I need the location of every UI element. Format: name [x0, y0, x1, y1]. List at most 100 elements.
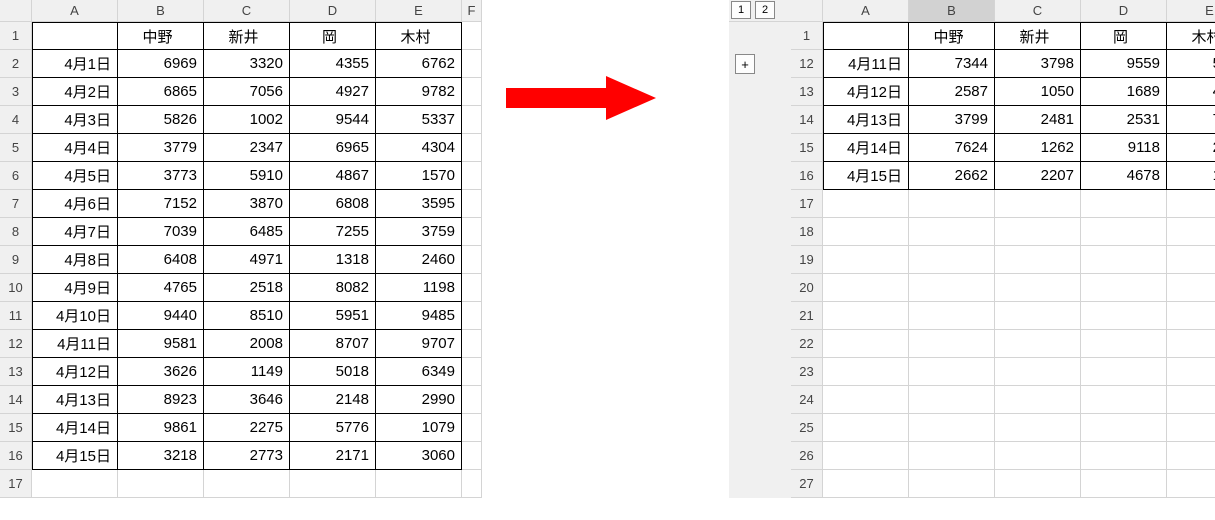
row-header[interactable]: 14 [0, 386, 32, 414]
cell[interactable]: 1570 [376, 162, 462, 190]
cell[interactable] [1167, 218, 1215, 246]
cell[interactable]: 4月8日 [32, 246, 118, 274]
cell[interactable] [909, 470, 995, 498]
cell[interactable]: 6965 [290, 134, 376, 162]
cell[interactable] [290, 470, 376, 498]
cell[interactable] [995, 330, 1081, 358]
cell[interactable] [462, 190, 482, 218]
cell[interactable]: 7056 [204, 78, 290, 106]
col-header-D[interactable]: D [290, 0, 376, 22]
row-header[interactable]: 10 [0, 274, 32, 302]
cell[interactable]: 4月11日 [823, 50, 909, 78]
cell[interactable] [462, 414, 482, 442]
row-header[interactable]: 14 [791, 106, 823, 134]
row-header[interactable]: 17 [0, 470, 32, 498]
cell[interactable] [1081, 246, 1167, 274]
select-all-corner[interactable] [0, 0, 32, 22]
row-header[interactable]: 12 [0, 330, 32, 358]
row-header[interactable]: 1 [0, 22, 32, 50]
row-header[interactable]: 5 [0, 134, 32, 162]
cell[interactable]: 4月13日 [32, 386, 118, 414]
cell[interactable]: 7397 [1167, 106, 1215, 134]
cell[interactable]: 5826 [118, 106, 204, 134]
col-header-B[interactable]: B [909, 0, 995, 22]
cell[interactable] [462, 386, 482, 414]
cell[interactable]: 4月15日 [32, 442, 118, 470]
cell[interactable]: 4456 [1167, 78, 1215, 106]
cell[interactable]: 新井 [204, 22, 290, 50]
cell[interactable] [1167, 190, 1215, 218]
cell[interactable]: 3320 [204, 50, 290, 78]
cell[interactable] [995, 358, 1081, 386]
cell[interactable] [1081, 302, 1167, 330]
cell[interactable] [909, 190, 995, 218]
cell[interactable] [1081, 386, 1167, 414]
cell[interactable] [118, 470, 204, 498]
cell[interactable] [995, 414, 1081, 442]
cell[interactable]: 3798 [995, 50, 1081, 78]
cell[interactable] [1081, 330, 1167, 358]
cell[interactable] [995, 246, 1081, 274]
cell[interactable] [995, 274, 1081, 302]
cell[interactable] [823, 22, 909, 50]
cell[interactable]: 6762 [376, 50, 462, 78]
col-header-C[interactable]: C [204, 0, 290, 22]
cell[interactable] [1081, 414, 1167, 442]
cell[interactable]: 5458 [1167, 50, 1215, 78]
cell[interactable] [909, 386, 995, 414]
cell[interactable]: 9861 [118, 414, 204, 442]
cell[interactable]: 1198 [376, 274, 462, 302]
cell[interactable] [462, 470, 482, 498]
cell[interactable] [823, 190, 909, 218]
cell[interactable]: 8082 [290, 274, 376, 302]
cell[interactable] [995, 470, 1081, 498]
cell[interactable] [909, 358, 995, 386]
cell[interactable]: 2481 [995, 106, 1081, 134]
row-header[interactable]: 18 [791, 218, 823, 246]
row-header[interactable]: 13 [791, 78, 823, 106]
cell[interactable]: 2171 [290, 442, 376, 470]
cell[interactable]: 9440 [118, 302, 204, 330]
cell[interactable]: 1050 [995, 78, 1081, 106]
cell[interactable]: 4月5日 [32, 162, 118, 190]
cell[interactable] [823, 358, 909, 386]
cell[interactable]: 4月7日 [32, 218, 118, 246]
cell[interactable]: 9707 [376, 330, 462, 358]
cell[interactable] [462, 442, 482, 470]
cell[interactable] [1081, 358, 1167, 386]
cell[interactable] [909, 414, 995, 442]
col-header-A[interactable]: A [823, 0, 909, 22]
cell[interactable]: 中野 [118, 22, 204, 50]
cell[interactable]: 中野 [909, 22, 995, 50]
cell[interactable] [909, 302, 995, 330]
cell[interactable]: 木村 [1167, 22, 1215, 50]
row-header[interactable]: 15 [791, 134, 823, 162]
cell[interactable] [823, 386, 909, 414]
cell[interactable] [909, 218, 995, 246]
col-header-D[interactable]: D [1081, 0, 1167, 22]
cell[interactable] [462, 50, 482, 78]
row-header[interactable]: 26 [791, 442, 823, 470]
row-header[interactable]: 4 [0, 106, 32, 134]
cell[interactable] [823, 330, 909, 358]
cell[interactable]: 4月12日 [32, 358, 118, 386]
col-header-A[interactable]: A [32, 0, 118, 22]
cell[interactable] [1167, 442, 1215, 470]
cell[interactable]: 7152 [118, 190, 204, 218]
cell[interactable] [995, 218, 1081, 246]
cell[interactable]: 2096 [1167, 134, 1215, 162]
cell[interactable]: 木村 [376, 22, 462, 50]
row-header[interactable]: 9 [0, 246, 32, 274]
cell[interactable]: 3773 [118, 162, 204, 190]
cell[interactable]: 2148 [290, 386, 376, 414]
cell[interactable] [462, 358, 482, 386]
cell[interactable] [995, 302, 1081, 330]
cell[interactable] [909, 246, 995, 274]
cell[interactable]: 4304 [376, 134, 462, 162]
cell[interactable]: 4月4日 [32, 134, 118, 162]
cell[interactable]: 3626 [118, 358, 204, 386]
cell[interactable]: 2587 [909, 78, 995, 106]
cell[interactable]: 9485 [376, 302, 462, 330]
cell[interactable] [204, 470, 290, 498]
cell[interactable]: 7255 [290, 218, 376, 246]
